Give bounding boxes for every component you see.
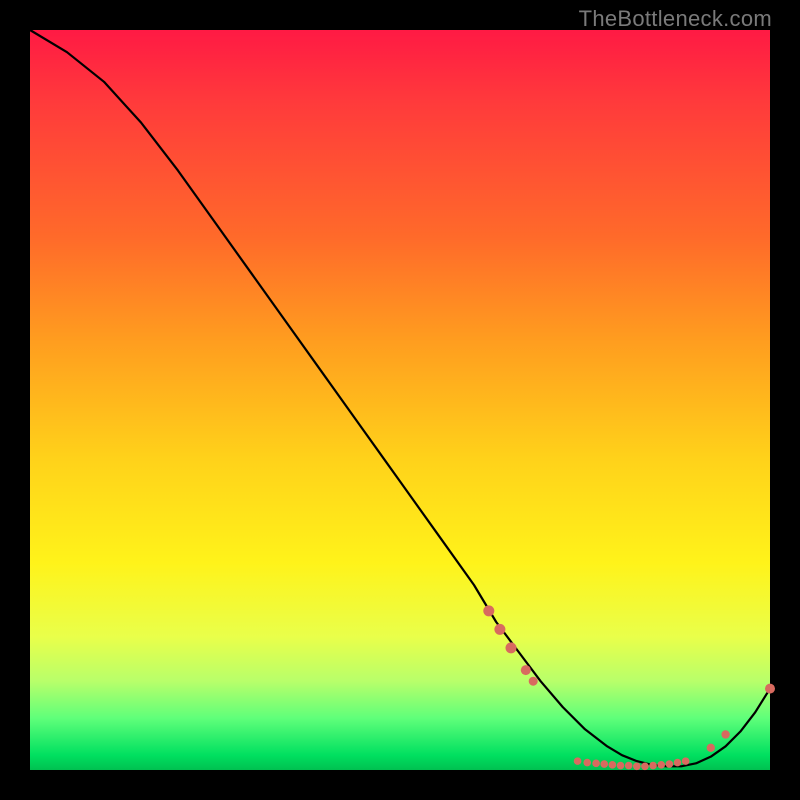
curve-marker — [649, 762, 657, 770]
curve-marker — [765, 684, 775, 694]
chart-frame: TheBottleneck.com — [0, 0, 800, 800]
curve-marker — [633, 763, 641, 771]
curve-marker — [583, 759, 591, 767]
curve-marker — [674, 759, 682, 767]
plot-area — [30, 30, 770, 770]
curve-marker — [707, 744, 715, 752]
bottleneck-curve — [30, 30, 770, 766]
curve-marker — [641, 763, 649, 771]
curve-svg — [30, 30, 770, 770]
curve-marker — [506, 642, 517, 653]
curve-marker — [494, 624, 505, 635]
curve-marker — [617, 762, 625, 770]
curve-marker — [529, 677, 538, 686]
curve-marker — [592, 760, 600, 768]
curve-marker — [521, 665, 531, 675]
watermark-label: TheBottleneck.com — [579, 6, 772, 32]
curve-markers — [483, 605, 775, 770]
curve-marker — [483, 605, 494, 616]
curve-marker — [600, 760, 608, 768]
curve-marker — [609, 761, 617, 769]
curve-marker — [574, 757, 582, 765]
curve-marker — [666, 760, 674, 768]
curve-marker — [721, 730, 729, 738]
curve-marker — [682, 757, 690, 765]
curve-marker — [625, 762, 633, 770]
curve-marker — [657, 761, 665, 769]
